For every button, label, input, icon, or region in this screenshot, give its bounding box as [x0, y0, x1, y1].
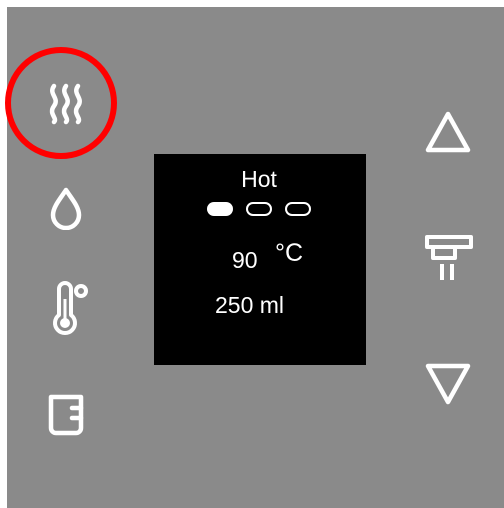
temperature-unit: °C — [275, 239, 304, 267]
up-triangle-icon — [425, 111, 471, 153]
thermometer-icon — [53, 281, 88, 335]
dispense-button[interactable] — [424, 234, 474, 284]
temperature-value: 90 — [232, 247, 258, 273]
level-dot-1-active — [207, 202, 233, 216]
down-triangle-icon — [425, 363, 471, 405]
display-screen: Hot 90 °C 250 ml — [154, 154, 366, 365]
cup-icon — [48, 394, 84, 436]
water-button[interactable] — [48, 186, 84, 230]
level-dot-2 — [246, 202, 272, 216]
volume-readout: 250 ml — [215, 292, 285, 318]
water-drop-icon — [50, 187, 82, 230]
heat-waves-icon — [49, 83, 82, 125]
level-dot-3 — [285, 202, 311, 216]
dispense-tap-icon — [425, 235, 473, 280]
cup-size-button[interactable] — [46, 392, 86, 436]
increase-button[interactable] — [424, 110, 472, 154]
temperature-button[interactable] — [50, 281, 92, 337]
mode-label: Hot — [241, 166, 277, 192]
decrease-button[interactable] — [424, 362, 472, 406]
hot-water-button[interactable] — [46, 82, 86, 126]
